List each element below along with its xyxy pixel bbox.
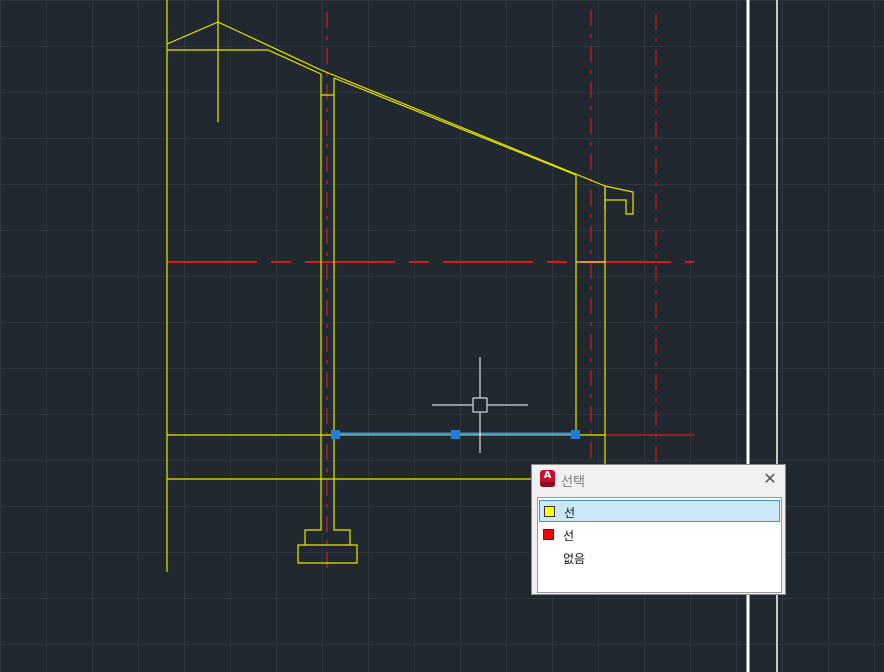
autocad-icon: A bbox=[540, 470, 555, 487]
selection-cycling-dialog: A 선택 ✕ 선 선 없음 bbox=[531, 464, 786, 595]
grip-midpoint[interactable] bbox=[451, 430, 460, 439]
yellow-swatch-icon bbox=[544, 506, 555, 517]
crosshair-pickbox-icon bbox=[432, 357, 528, 453]
grip-start[interactable] bbox=[331, 430, 340, 439]
list-item-line-yellow[interactable]: 선 bbox=[539, 500, 780, 522]
list-item-label: 없음 bbox=[563, 552, 586, 566]
list-item-line-red[interactable]: 선 bbox=[539, 524, 780, 546]
list-item-label: 선 bbox=[564, 506, 576, 520]
red-swatch-icon bbox=[543, 529, 554, 540]
selection-list: 선 선 없음 bbox=[537, 497, 782, 593]
dialog-title: 선택 bbox=[561, 475, 585, 490]
dialog-title-bar[interactable]: A 선택 ✕ bbox=[532, 465, 785, 495]
list-item-none[interactable]: 없음 bbox=[539, 547, 780, 569]
grip-end[interactable] bbox=[571, 430, 580, 439]
close-icon[interactable]: ✕ bbox=[761, 470, 779, 488]
list-item-label: 선 bbox=[563, 529, 575, 543]
